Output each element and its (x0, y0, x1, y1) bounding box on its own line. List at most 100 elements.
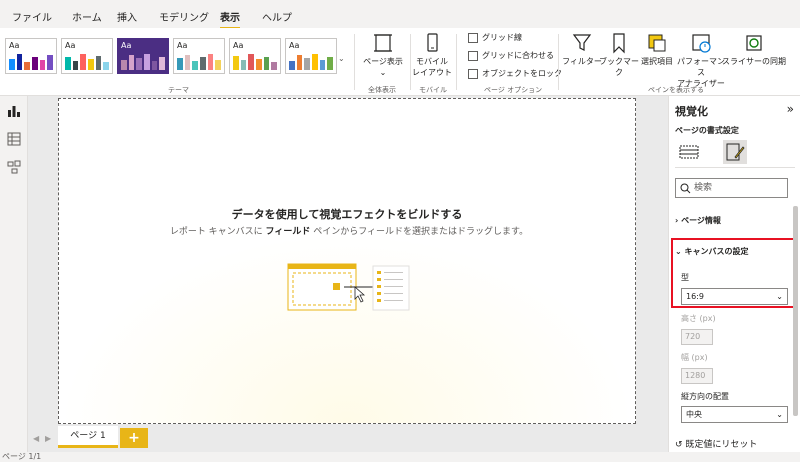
page-tab-1[interactable]: ページ 1 (58, 426, 118, 448)
theme-sample-text: Aa (65, 41, 76, 50)
theme-option-6[interactable]: Aa (285, 38, 337, 74)
checkbox-box[interactable] (468, 68, 478, 79)
snap-to-grid-label: グリッドに合わせる (482, 51, 554, 60)
filter-pane-button[interactable]: フィルター (561, 32, 603, 67)
tab-modeling[interactable]: モデリング (159, 9, 209, 24)
sync-slicers-button[interactable]: スライサーの同期 (722, 32, 786, 67)
model-view-icon[interactable] (7, 160, 21, 174)
search-placeholder: 検索 (694, 183, 713, 193)
chevron-down-icon: ⌄ (776, 292, 783, 301)
snap-to-grid-checkbox[interactable]: グリッドに合わせる (468, 50, 554, 61)
tab-insert[interactable]: 挿入 (117, 9, 137, 24)
performance-analyzer-button[interactable]: パフォーマンス アナライザー (676, 32, 726, 89)
selection-icon (648, 34, 666, 52)
show-panes-group-label: ペインを表示する (648, 86, 704, 94)
vertical-align-value: 中央 (686, 410, 702, 419)
drag-illustration-icon (287, 263, 410, 311)
reset-icon: ↺ (675, 440, 683, 450)
theme-sample-text: Aa (233, 41, 244, 50)
lock-objects-checkbox[interactable]: オブジェクトをロック (468, 68, 562, 79)
search-icon (680, 183, 691, 194)
canvas-settings-section[interactable]: ⌄ キャンバスの設定 (675, 246, 749, 257)
canvas-background (59, 233, 635, 423)
checkbox-box[interactable] (468, 32, 478, 43)
page-info-label: ページ情報 (681, 216, 721, 225)
search-input[interactable]: 検索 (675, 178, 788, 198)
selection-label: 選択項目 (641, 57, 673, 66)
next-page-icon[interactable]: ▶ (45, 434, 51, 443)
canvas-settings-label: キャンバスの設定 (684, 247, 749, 256)
status-bar: ページ 1/1 (0, 452, 800, 462)
checkbox-box[interactable] (468, 50, 478, 61)
reset-to-default-button[interactable]: ↺ 既定値にリセット (675, 437, 757, 450)
height-label: 高さ (px) (681, 314, 716, 323)
empty-canvas-description: レポート キャンバスに フィールド ペインからフィールドを選択またはドラッグしま… (169, 226, 529, 239)
theme-swatch (177, 52, 222, 70)
page-view-button[interactable]: ページ表示 ⌄ (360, 32, 406, 78)
theme-swatch (233, 52, 278, 70)
filter-icon (572, 34, 592, 51)
theme-option-3[interactable]: Aa (117, 38, 169, 74)
theme-sample-text: Aa (9, 41, 20, 50)
ribbon: Aa Aa Aa Aa Aa Aa ⌄ テーマ ページ表示 ⌄ 全体表示 モバイル… (0, 28, 800, 96)
report-canvas[interactable]: データを使用して視覚エフェクトをビルドする レポート キャンバスに フィールド … (58, 98, 636, 424)
height-input[interactable]: 720 (681, 329, 713, 345)
theme-sample-text: Aa (177, 41, 188, 50)
vertical-align-select[interactable]: 中央 ⌄ (681, 406, 788, 423)
page-info-section[interactable]: › ページ情報 (675, 215, 721, 226)
filter-label: フィルター (562, 57, 602, 66)
performance-icon (692, 34, 711, 53)
tab-view[interactable]: 表示 (220, 9, 240, 29)
tab-help[interactable]: ヘルプ (262, 9, 292, 24)
pane-title: 視覚化 (675, 105, 708, 118)
width-input[interactable]: 1280 (681, 368, 713, 384)
tab-file[interactable]: ファイル (12, 9, 52, 24)
page-view-group-label: 全体表示 (368, 86, 396, 94)
empty-canvas-title: データを使用して視覚エフェクトをビルドする (231, 208, 463, 221)
chevron-down-icon: ⌄ (776, 410, 783, 419)
divider (456, 34, 457, 90)
type-select[interactable]: 16:9 ⌄ (681, 288, 788, 305)
page-view-label: ページ表示 (363, 57, 403, 66)
gridlines-checkbox[interactable]: グリッド線 (468, 32, 522, 43)
report-view-icon[interactable] (7, 104, 21, 118)
mobile-icon (427, 33, 438, 52)
prev-page-icon[interactable]: ◀ (33, 434, 39, 443)
desc-bold: フィールド (265, 227, 311, 237)
type-label: 型 (681, 273, 689, 282)
theme-swatch (121, 52, 166, 70)
mobile-layout-button[interactable]: モバイル レイアウト (412, 32, 452, 78)
tab-home[interactable]: ホーム (72, 9, 102, 24)
theme-swatch (9, 52, 54, 70)
pane-scrollbar[interactable] (793, 206, 798, 416)
data-view-icon[interactable] (7, 132, 21, 146)
pane-subtitle: ページの書式設定 (675, 126, 739, 135)
bookmark-pane-button[interactable]: ブックマーク (599, 32, 639, 78)
mobile-label-1: モバイル (416, 57, 448, 66)
bookmark-label: ブックマーク (599, 57, 639, 77)
format-tab[interactable] (723, 140, 747, 164)
theme-option-2[interactable]: Aa (61, 38, 113, 74)
performance-label-1: パフォーマンス (677, 57, 725, 77)
mobile-label-2: レイアウト (412, 68, 452, 77)
fields-tab[interactable] (677, 140, 701, 164)
reset-label: 既定値にリセット (685, 440, 758, 450)
theme-option-5[interactable]: Aa (229, 38, 281, 74)
theme-sample-text: Aa (121, 41, 132, 50)
lock-objects-label: オブジェクトをロック (482, 69, 562, 78)
selection-pane-button[interactable]: 選択項目 (639, 32, 675, 67)
gridlines-label: グリッド線 (482, 33, 522, 42)
divider (558, 34, 559, 90)
page-status: ページ 1/1 (2, 452, 42, 461)
chevron-right-icon: › (675, 216, 679, 225)
chevron-down-icon: ⌄ (675, 247, 682, 256)
collapse-pane-icon[interactable]: » (787, 102, 794, 116)
mobile-group-label: モバイル (419, 86, 447, 94)
theme-swatch (65, 52, 110, 70)
add-page-button[interactable]: + (120, 428, 148, 448)
theme-option-1[interactable]: Aa (5, 38, 57, 74)
sync-slicers-label: スライサーの同期 (722, 57, 786, 66)
table-grid-icon (679, 145, 699, 159)
themes-expand-icon[interactable]: ⌄ (338, 54, 345, 63)
theme-option-4[interactable]: Aa (173, 38, 225, 74)
